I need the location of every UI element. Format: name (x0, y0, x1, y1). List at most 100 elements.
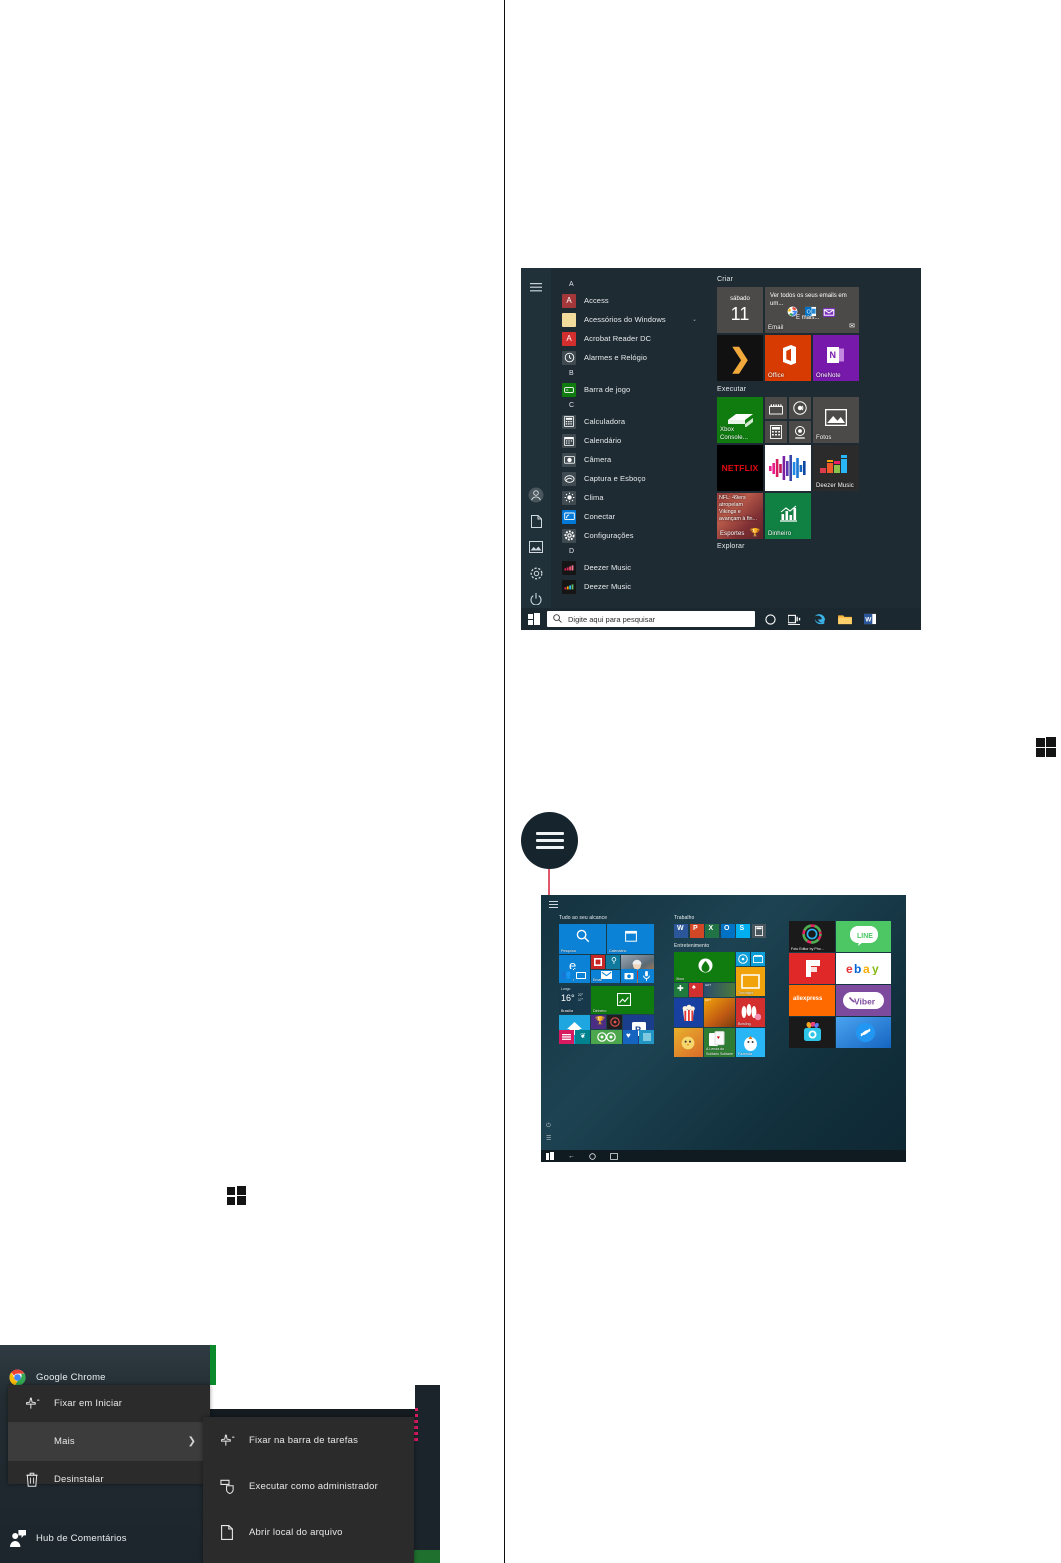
office-tile[interactable]: Office (765, 335, 811, 381)
windows-start-icon[interactable] (521, 608, 547, 630)
bowling-tile[interactable]: Bowling (736, 998, 765, 1027)
app-list-item-camera[interactable]: Câmera (551, 450, 705, 469)
excel-tile[interactable]: X (705, 924, 719, 938)
xbox-console-companion-tile[interactable]: Xbox Console... (717, 397, 763, 443)
health-tile[interactable]: ♥ (623, 1030, 638, 1044)
power-icon[interactable]: ⏻ (546, 1123, 551, 1130)
fixar-barra-tarefas-item[interactable]: Fixar na barra de tarefas (203, 1417, 414, 1463)
shazam-tile[interactable] (836, 1017, 891, 1048)
start-menu-tiles[interactable]: Criar sábado 11 Ver todos os seus emails… (711, 268, 921, 608)
powerpoint-tile[interactable]: P (689, 924, 704, 938)
cortana-circle-icon[interactable] (765, 613, 776, 625)
user-account-icon[interactable] (521, 482, 551, 508)
dinheiro-tile[interactable]: Dinheiro (765, 493, 811, 539)
search-input[interactable]: Digite aqui para pesquisar (547, 611, 755, 627)
settings-gear-icon[interactable] (521, 560, 551, 586)
calendario-tile[interactable]: Calendário (607, 924, 654, 954)
store-tile[interactable] (639, 1030, 654, 1044)
app-list-item-configuracoes[interactable]: Configurações (551, 526, 705, 545)
fixar-em-iniciar-item[interactable]: Fixar em Iniciar (8, 1385, 210, 1422)
task-view-icon[interactable] (610, 1147, 618, 1162)
taskbar-icons[interactable]: W (765, 613, 876, 626)
gravador-tile[interactable] (638, 969, 654, 983)
app-list-item-calculadora[interactable]: Calculadora (551, 412, 705, 431)
outlook-tile[interactable]: O (720, 924, 735, 938)
back-arrow-icon[interactable]: ← (568, 1153, 575, 1160)
file-explorer-icon[interactable] (838, 614, 852, 625)
microsoft-edge-icon[interactable] (813, 613, 826, 626)
trophy-tile[interactable]: 🏆 (591, 1015, 606, 1029)
conectar-tile[interactable] (574, 969, 588, 983)
camera-small-tile[interactable] (789, 421, 811, 443)
esportes-tile[interactable]: NFL: 49ers atropelam Vikings e avançam à… (717, 493, 763, 539)
calculator-small-tile[interactable] (765, 421, 787, 443)
app-list-item-barra-de-jogo[interactable]: Barra de jogo (551, 380, 705, 399)
filmes-tile[interactable] (751, 952, 765, 966)
taskbar[interactable]: Digite aqui para pesquisar W (521, 608, 921, 630)
solitaire-tile[interactable]: ♠ (689, 983, 703, 997)
windows-start-icon[interactable] (546, 1152, 554, 1160)
hamburger-icon[interactable] (521, 274, 551, 300)
app-list-item-alarmes-relogio[interactable]: Alarmes e Relógio (551, 348, 705, 367)
task-view-icon[interactable] (788, 614, 801, 625)
groove-tile[interactable] (736, 952, 750, 966)
farm-tile[interactable]: Fazenda (736, 1028, 765, 1057)
hamburger-icon[interactable] (549, 901, 558, 910)
pink-small-tile[interactable] (559, 1030, 574, 1044)
mail-tile[interactable]: Ver todos os seus emails em um... O E ma… (765, 287, 859, 333)
context-menu-submenu[interactable]: Fixar na barra de tarefas Executar como … (203, 1417, 414, 1563)
desinstalar-item[interactable]: Desinstalar (8, 1461, 210, 1498)
all-apps-icon[interactable]: ☰ (546, 1135, 551, 1142)
executar-admin-item[interactable]: Executar como administrador (203, 1463, 414, 1509)
context-menu-primary[interactable]: Fixar em Iniciar Mais ❯ Desinstalar (8, 1385, 210, 1487)
popcorn-tile[interactable] (674, 998, 703, 1027)
app-list-item-acessorios-windows[interactable]: Acessórios do Windows ⌄ (551, 310, 705, 329)
groove-music-small-tile[interactable] (789, 397, 811, 419)
netflix-tile[interactable]: NETFLIX (717, 445, 763, 491)
teal-small-tile[interactable]: ❦ (575, 1030, 590, 1044)
pesquisa-tile[interactable]: Pesquisa (559, 924, 606, 954)
movies-small-tile[interactable] (765, 397, 787, 419)
pessoas-tile[interactable]: 👥 (559, 969, 573, 983)
chicken-tile[interactable] (674, 1028, 703, 1057)
app-list-item-clima[interactable]: Clima (551, 488, 705, 507)
xbox-tile[interactable]: Xbox (674, 952, 735, 982)
aliexpress-tile[interactable]: aliexpress (789, 985, 835, 1016)
tablet-nav-bar[interactable]: ← (541, 1150, 906, 1162)
timer-tile[interactable] (607, 1015, 622, 1029)
calendar-tile[interactable]: sábado 11 (717, 287, 763, 333)
app-list-item-calendario[interactable]: Calendário (551, 431, 705, 450)
flipboard-tile[interactable] (789, 953, 835, 984)
app-list-item-conectar[interactable]: Conectar (551, 507, 705, 526)
abrir-local-arquivo-item[interactable]: Abrir local do arquivo (203, 1509, 414, 1555)
calculadora-tile[interactable] (751, 924, 766, 938)
word-tile[interactable]: W (674, 924, 688, 938)
movies-tv-tile[interactable]: ❯ (717, 335, 763, 381)
music-visualizer-tile[interactable] (765, 445, 811, 491)
skype-tile[interactable]: S (736, 924, 750, 938)
game-tile-2[interactable]: HOT (704, 998, 735, 1027)
cortana-circle-icon[interactable] (589, 1147, 596, 1162)
camera-tile[interactable] (621, 969, 637, 983)
ebay-tile[interactable]: ebay (836, 953, 891, 984)
chevron-down-icon[interactable]: ⌄ (692, 316, 697, 323)
cards-tile[interactable]: ♥ A Lenda do Solitário Solitaire (704, 1028, 735, 1057)
game-banner-tile[interactable]: HOT (704, 983, 735, 997)
word-icon[interactable]: W (864, 613, 876, 625)
app-list-item-access[interactable]: A Access (551, 291, 705, 310)
app-list-item-captura-esboco[interactable]: Captura e Esboço (551, 469, 705, 488)
viber-tile[interactable]: Viber (836, 985, 891, 1016)
clima-tile[interactable]: Longo 16° 22° 17° Brasília (559, 986, 590, 1014)
deezer-music-tile[interactable]: Deezer Music (813, 445, 859, 491)
app-list-item-deezer-music[interactable]: Deezer Music (551, 558, 705, 577)
picsart-tile[interactable] (789, 1017, 835, 1048)
game-tile-1[interactable]: ✚ (674, 983, 688, 997)
onenote-tile[interactable]: N OneNote (813, 335, 859, 381)
start-menu-app-list[interactable]: A A Access Acessórios do Windows ⌄ A Acr… (551, 268, 705, 608)
dinheiro-tile[interactable]: Dinheiro (591, 986, 654, 1014)
photo-editor-tile[interactable]: Foto Editor by Pho... (789, 921, 835, 952)
app-list-item-acrobat-reader[interactable]: A Acrobat Reader DC (551, 329, 705, 348)
mais-item[interactable]: Mais ❯ (8, 1423, 210, 1460)
fotos-tile[interactable]: Fotos (813, 397, 859, 443)
tripadvisor-owl-icon[interactable] (591, 1030, 622, 1044)
